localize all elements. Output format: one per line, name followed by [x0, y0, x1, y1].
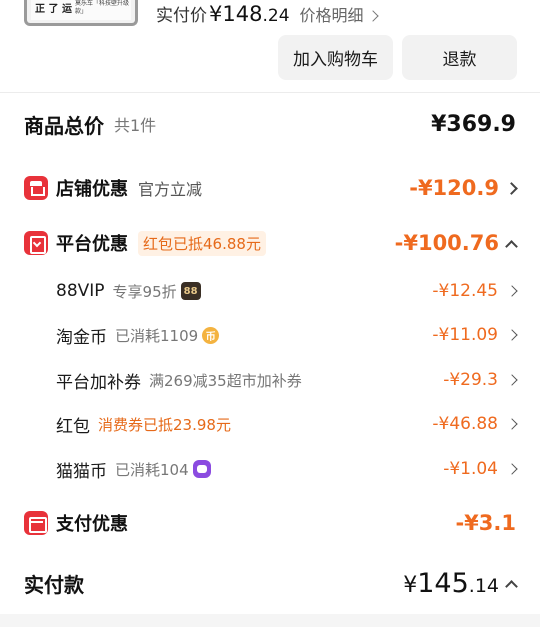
shop-discount-amount: -¥120.9 — [409, 176, 499, 200]
thumbnail-text: 正 了 运 — [35, 4, 72, 15]
discount-item-label: 猫猫币 — [56, 461, 107, 482]
thumbnail-caption: 莫乐车「科技壁升级款」 — [75, 0, 130, 15]
paid-price-label: 实付价 — [156, 6, 207, 26]
red-packet-icon — [24, 231, 48, 255]
discount-item-redpacket[interactable]: 红包 消费券已抵23.98元 -¥46.88 — [56, 410, 518, 438]
cat-coin-icon — [192, 460, 211, 478]
shop-discount-row[interactable]: 店铺优惠 官方立减 -¥120.9 — [24, 172, 518, 204]
card-icon — [24, 511, 48, 535]
discount-item-amount: -¥12.45 — [432, 281, 498, 301]
payment-discount-title: 支付优惠 — [56, 514, 128, 535]
price-detail-link[interactable]: 价格明细 — [299, 2, 379, 26]
discount-item-note: 满269减35超市加补券 — [149, 371, 302, 390]
discount-item-label: 平台加补券 — [56, 372, 141, 393]
discount-item-maomaobi[interactable]: 猫猫币 已消耗104 -¥1.04 — [56, 455, 518, 483]
shop-icon — [24, 176, 48, 200]
chevron-right-icon — [366, 10, 379, 22]
final-currency: ¥ — [403, 572, 418, 598]
discount-item-amount: -¥1.04 — [443, 459, 498, 479]
discount-item-amount: -¥29.3 — [443, 370, 498, 390]
discount-item-note: 专享95折 — [112, 282, 177, 301]
total-price-row: 商品总价 共1件 ¥369.9 — [24, 108, 516, 140]
discount-item-amount: -¥11.09 — [432, 325, 498, 345]
item-count: 共1件 — [114, 116, 157, 135]
final-payment-title: 实付款 — [24, 572, 84, 597]
shop-discount-title: 店铺优惠 — [56, 179, 128, 200]
platform-discount-row[interactable]: 平台优惠 红包已抵46.88元 -¥100.76 — [24, 227, 518, 259]
chevron-right-icon — [506, 463, 518, 475]
discount-item-note: 已消耗1109 — [115, 326, 199, 345]
price-detail-label: 价格明细 — [299, 6, 364, 25]
88vip-badge-icon: 88 — [180, 282, 201, 300]
divider — [0, 92, 540, 93]
chevron-right-icon — [506, 285, 518, 297]
red-packet-tag: 红包已抵46.88元 — [138, 230, 266, 256]
chevron-right-icon — [505, 181, 518, 195]
bottom-bar — [0, 614, 540, 627]
payment-discount-amount: -¥3.1 — [455, 511, 516, 535]
discount-item-note: 已消耗104 — [115, 460, 189, 479]
discount-item-88vip[interactable]: 88VIP 专享95折 88 -¥12.45 — [56, 277, 518, 305]
discount-item-coupon[interactable]: 平台加补券 满269减35超市加补券 -¥29.3 — [56, 366, 518, 394]
paid-price-line: 实付价 ¥148.24 价格明细 — [156, 1, 379, 27]
discount-item-label: 88VIP — [56, 281, 105, 301]
platform-discount-amount: -¥100.76 — [394, 231, 499, 255]
paid-price-amount: ¥148.24 — [209, 2, 290, 26]
chevron-up-icon — [505, 579, 518, 593]
total-price-amount: ¥369.9 — [431, 111, 516, 137]
discount-item-note: 消费券已抵23.98元 — [98, 415, 231, 434]
final-payment-amount: ¥145.14 — [403, 568, 499, 599]
shop-discount-subtitle: 官方立减 — [138, 180, 203, 199]
paid-price-decimal: .24 — [262, 6, 290, 26]
chevron-right-icon — [506, 418, 518, 430]
payment-discount-row: 支付优惠 -¥3.1 — [24, 507, 516, 539]
discount-item-label: 淘金币 — [56, 327, 107, 348]
discount-item-label: 红包 — [56, 416, 90, 437]
chevron-right-icon — [506, 329, 518, 341]
discount-item-taojinbi[interactable]: 淘金币 已消耗1109 币 -¥11.09 — [56, 321, 518, 349]
paid-price-integer: 148 — [222, 2, 263, 26]
final-integer: 145 — [417, 567, 469, 599]
product-summary: 正 了 运 莫乐车「科技壁升级款」 实付价 ¥148.24 价格明细 加入购物车… — [0, 0, 540, 92]
coin-icon: 币 — [202, 326, 220, 344]
final-decimal: .14 — [468, 574, 499, 597]
product-thumbnail[interactable]: 正 了 运 莫乐车「科技壁升级款」 — [24, 0, 138, 26]
chevron-right-icon — [506, 374, 518, 386]
add-to-cart-button[interactable]: 加入购物车 — [278, 35, 393, 80]
final-payment-row[interactable]: 实付款 ¥145.14 — [24, 565, 518, 601]
refund-button[interactable]: 退款 — [402, 35, 517, 80]
chevron-up-icon — [505, 239, 518, 253]
platform-discount-title: 平台优惠 — [56, 234, 128, 255]
discount-item-amount: -¥46.88 — [432, 414, 498, 434]
total-price-title: 商品总价 — [24, 113, 104, 138]
paid-price-currency: ¥ — [209, 2, 223, 26]
